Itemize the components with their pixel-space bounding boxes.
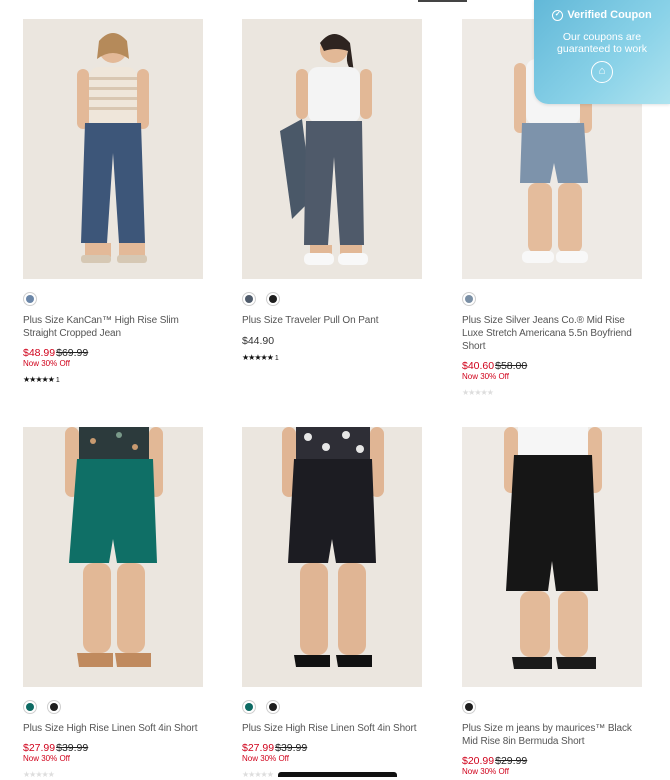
verified-coupon-badge[interactable]: ✓ Verified Coupon Our coupons are guaran… [534,0,670,104]
color-swatch[interactable] [266,700,280,714]
discount-label: Now 30% Off [462,372,509,381]
product-title[interactable]: Plus Size Silver Jeans Co.® Mid Rise Lux… [462,314,642,353]
product-photo[interactable] [462,427,642,687]
color-swatches [242,291,422,307]
star-icons: ★★★★★ [462,388,494,397]
color-swatches [23,291,203,307]
price: $27.99$39.99 [242,742,422,754]
color-swatch[interactable] [242,292,256,306]
product-photo[interactable] [23,427,203,687]
color-swatch[interactable] [23,700,37,714]
star-icons: ★★★★★ [242,770,274,779]
sale-price: $48.99 [23,347,56,359]
product-card[interactable]: Plus Size m jeans by maurices™ Black Mid… [462,427,642,777]
product-card[interactable]: Plus Size High Rise Linen Soft 4in Short… [23,427,203,780]
discount-label: Now 30% Off [242,754,289,763]
color-swatches [462,291,642,307]
price: $20.99$29.99 [462,755,642,767]
product-card[interactable]: Plus Size Traveler Pull On Pant $44.90 ★… [242,19,422,364]
coupon-subtitle: Our coupons are guaranteed to work [557,31,647,55]
original-price: $39.99 [56,742,89,754]
star-rating[interactable]: ★★★★★ 1 [23,375,203,386]
original-price: $29.99 [495,755,528,767]
discount-label: Now 30% Off [462,767,509,776]
sale-price: $27.99 [242,742,275,754]
sale-price: $27.99 [23,742,56,754]
color-swatches [242,699,422,715]
product-photo[interactable] [242,19,422,279]
color-swatch[interactable] [462,700,476,714]
sale-price: $40.60 [462,360,495,372]
star-rating[interactable]: ★★★★★ 1 [242,353,422,364]
top-divider [418,0,467,2]
review-count: 1 [55,377,60,384]
coupon-header: ✓ Verified Coupon [534,9,670,21]
shield-logo-icon: ⌂ [591,61,613,83]
color-swatch[interactable] [47,700,61,714]
product-title[interactable]: Plus Size High Rise Linen Soft 4in Short [242,722,422,735]
color-swatch[interactable] [242,700,256,714]
original-price: $69.99 [56,347,89,359]
star-icons: ★★★★★ [242,353,274,362]
star-rating[interactable]: ★★★★★ [23,770,203,780]
discount-label: Now 30% Off [23,754,70,763]
product-title[interactable]: Plus Size Traveler Pull On Pant [242,314,422,327]
price: $27.99$39.99 [23,742,203,754]
sale-price: $20.99 [462,755,495,767]
product-card[interactable]: Plus Size High Rise Linen Soft 4in Short… [242,427,422,780]
star-icons: ★★★★★ [23,375,55,384]
color-swatches [23,699,203,715]
coupon-title: Verified Coupon [567,9,652,21]
product-title[interactable]: Plus Size m jeans by maurices™ Black Mid… [462,722,642,748]
original-price: $39.99 [275,742,308,754]
price: $48.99$69.99 [23,347,203,359]
color-swatch[interactable] [266,292,280,306]
star-rating[interactable]: ★★★★★ [462,388,642,398]
original-price: $58.00 [495,360,528,372]
discount-label: Now 30% Off [23,359,70,368]
color-swatch[interactable] [23,292,37,306]
review-count: 1 [274,355,279,362]
regular-price: $44.90 [242,335,275,347]
product-photo[interactable] [23,19,203,279]
product-title[interactable]: Plus Size KanCan™ High Rise Slim Straigh… [23,314,203,340]
color-swatch[interactable] [462,292,476,306]
star-icons: ★★★★★ [23,770,55,779]
check-circle-icon: ✓ [552,9,564,21]
price: $40.60$58.00 [462,360,642,372]
product-card[interactable]: Plus Size KanCan™ High Rise Slim Straigh… [23,19,203,386]
product-title[interactable]: Plus Size High Rise Linen Soft 4in Short [23,722,203,735]
color-swatches [462,699,642,715]
product-photo[interactable] [242,427,422,687]
home-indicator [278,772,397,777]
